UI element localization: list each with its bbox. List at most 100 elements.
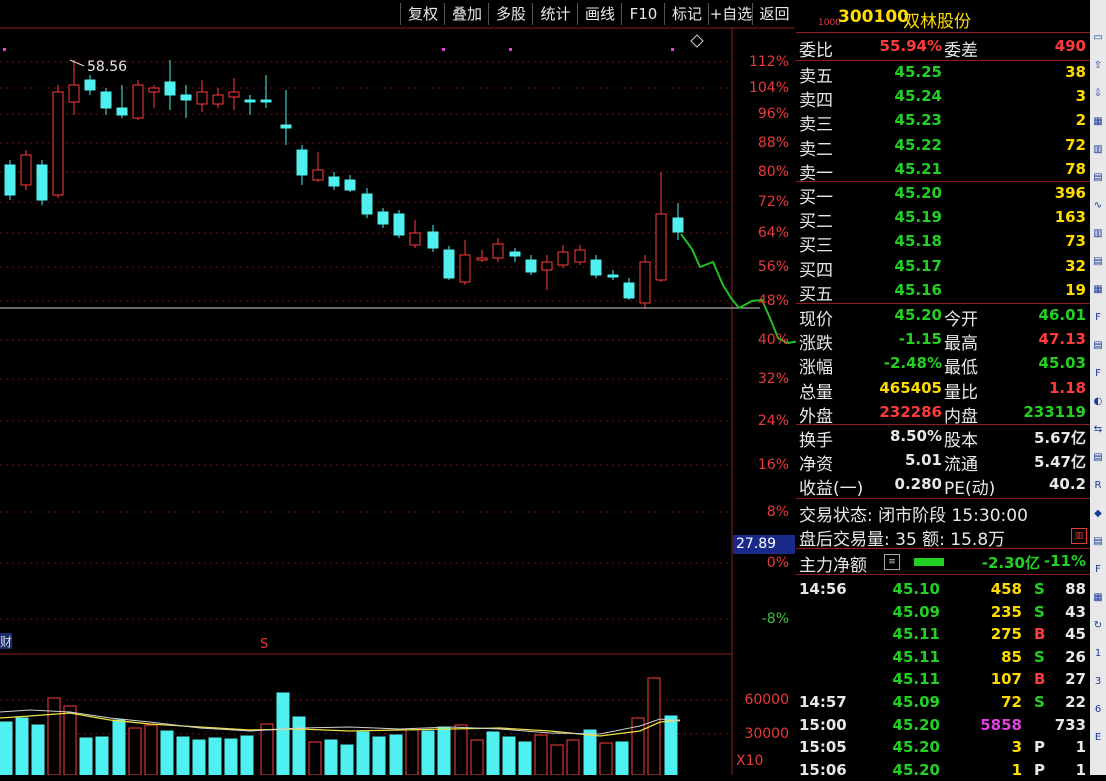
- ask-label: 卖三: [799, 115, 833, 136]
- side-tool-icon[interactable]: ▤: [1091, 534, 1105, 550]
- side-tool-icon[interactable]: ∿: [1091, 198, 1105, 214]
- ask-row[interactable]: 卖三 45.23 2: [796, 109, 1090, 136]
- quote-label: 总量: [799, 382, 833, 403]
- side-tool-icon[interactable]: F: [1091, 366, 1105, 382]
- candle-body: [509, 251, 521, 257]
- side-tool-icon[interactable]: ▤: [1091, 338, 1105, 354]
- fund-value: 40.2: [1048, 475, 1086, 494]
- fund-value: 0.280: [894, 475, 942, 494]
- ask-row[interactable]: 卖二 45.22 72: [796, 134, 1090, 160]
- marker-dot: [442, 48, 445, 51]
- tick-row: 45.11 107 B 27: [796, 668, 1090, 690]
- pct-scale-label: 112%: [748, 54, 789, 70]
- volume-bar: [292, 716, 306, 775]
- list-icon[interactable]: ≡: [884, 554, 900, 570]
- side-tool-icon[interactable]: ⇩: [1091, 86, 1105, 102]
- side-tool-icon[interactable]: 1: [1091, 646, 1105, 662]
- side-tool-icon[interactable]: ↻: [1091, 618, 1105, 634]
- side-tool-icon[interactable]: ▭: [1091, 30, 1105, 46]
- s-marker[interactable]: S: [260, 637, 268, 652]
- candle-body: [100, 91, 112, 109]
- bid-row[interactable]: 买一 45.20 396: [796, 182, 1090, 208]
- side-tool-icon[interactable]: R: [1091, 478, 1105, 494]
- tick-price: 45.20: [892, 738, 940, 757]
- tick-side: P: [1034, 760, 1045, 779]
- kline-chart[interactable]: 58.56 财 S: [0, 0, 796, 775]
- volume-bar: [518, 741, 532, 775]
- volume-bar: [15, 717, 29, 775]
- side-tool-icon[interactable]: ▤: [1091, 170, 1105, 186]
- ask-price: 45.21: [894, 159, 942, 178]
- ask-price: 45.22: [894, 135, 942, 154]
- quote-label: 涨跌: [799, 334, 833, 355]
- candle-body: [148, 87, 160, 93]
- after-hours-row: 盘后交易量: 35 额: 15.8万 ▥: [796, 524, 1090, 550]
- tick-price: 45.11: [892, 647, 940, 666]
- bid-row[interactable]: 买五 45.16 19: [796, 279, 1090, 305]
- tick-row: 45.11 85 S 26: [796, 646, 1090, 668]
- side-tool-icon[interactable]: ⇧: [1091, 58, 1105, 74]
- candle-body: [84, 79, 96, 91]
- chart-icon[interactable]: ▥: [1071, 528, 1087, 544]
- candle-body: [180, 94, 192, 101]
- candle-body: [459, 254, 471, 283]
- side-tool-icon[interactable]: ▤: [1091, 254, 1105, 270]
- volume-bar: [356, 731, 370, 775]
- volume-unit: X10: [736, 753, 764, 769]
- pct-scale-label: 80%: [757, 164, 789, 180]
- side-tool-icon[interactable]: ⇆: [1091, 422, 1105, 438]
- cai-label[interactable]: 财: [0, 635, 12, 649]
- pct-scale-label: 24%: [757, 413, 789, 429]
- tick-side: S: [1034, 693, 1045, 711]
- quote-label: 涨幅: [799, 358, 833, 379]
- bid-row[interactable]: 买二 45.19 163: [796, 206, 1090, 232]
- candle-body: [623, 282, 635, 299]
- candle-body: [574, 249, 586, 263]
- candle-body: [132, 84, 144, 119]
- side-tool-icon[interactable]: ▦: [1091, 114, 1105, 130]
- tick-volume: 107: [990, 670, 1022, 689]
- tick-volume: 235: [990, 602, 1022, 621]
- ask-row[interactable]: 卖四 45.24 3: [796, 85, 1090, 112]
- volume-bar: [176, 736, 190, 775]
- ask-row[interactable]: 卖五 45.25 38: [796, 61, 1090, 87]
- side-tool-icon[interactable]: ◐: [1091, 394, 1105, 410]
- ask-label: 卖四: [799, 91, 833, 112]
- side-tool-icon[interactable]: ▥: [1091, 226, 1105, 242]
- side-tool-icon[interactable]: E: [1091, 730, 1105, 746]
- fund-label: 净资: [799, 455, 833, 476]
- tick-row: 45.09 235 S 43: [796, 601, 1090, 623]
- quote-value: 45.20: [894, 306, 942, 324]
- side-tool-icon[interactable]: ▦: [1091, 590, 1105, 606]
- side-tool-icon[interactable]: ▤: [1091, 450, 1105, 466]
- volume-bar: [372, 736, 386, 775]
- bid-price: 45.20: [894, 184, 942, 202]
- volume-bar: [79, 737, 93, 775]
- diamond-icon[interactable]: [690, 34, 704, 48]
- side-tool-icon[interactable]: ▥: [1091, 142, 1105, 158]
- candle-body: [427, 231, 439, 249]
- side-tool-icon[interactable]: F: [1091, 562, 1105, 578]
- mainforce-row: 主力净额 ≡ -2.30亿 -11%: [796, 550, 1090, 576]
- candle-body: [116, 107, 128, 116]
- candle-body: [196, 91, 208, 105]
- bid-row[interactable]: 买四 45.17 32: [796, 255, 1090, 281]
- side-tool-icon[interactable]: 6: [1091, 702, 1105, 718]
- tick-count: 22: [1065, 693, 1086, 711]
- ask-row[interactable]: 卖一 45.21 78: [796, 158, 1090, 184]
- mainforce-bar: [914, 558, 944, 566]
- side-tool-icon[interactable]: ◆: [1091, 506, 1105, 522]
- side-tool-icon[interactable]: 3: [1091, 674, 1105, 690]
- tick-side: P: [1034, 738, 1045, 757]
- bid-row[interactable]: 买三 45.18 73: [796, 230, 1090, 256]
- side-tool-icon[interactable]: ▦: [1091, 282, 1105, 298]
- side-tool-icon[interactable]: F: [1091, 310, 1105, 326]
- tick-volume: 3: [1011, 738, 1022, 757]
- candle-body: [244, 99, 256, 103]
- mainforce-pct: -11%: [1043, 552, 1086, 570]
- tick-volume: 85: [1001, 647, 1022, 666]
- fundamental-row: 收益(一) 0.280 PE(动) 40.2: [796, 473, 1090, 499]
- candle-body: [443, 249, 455, 279]
- volume-bar: [144, 724, 158, 775]
- volume-bar: [550, 744, 564, 775]
